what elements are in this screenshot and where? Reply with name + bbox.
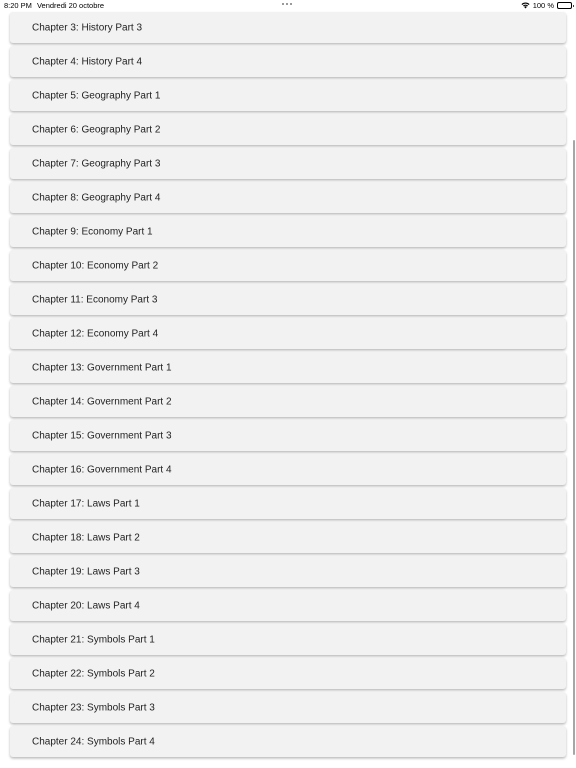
- chapter-list-item[interactable]: Chapter 15: Government Part 3: [10, 420, 566, 451]
- chapter-list-item[interactable]: Chapter 7: Geography Part 3: [10, 148, 566, 179]
- multitasking-dots-icon[interactable]: [282, 3, 292, 5]
- chapter-list-item[interactable]: Chapter 21: Symbols Part 1: [10, 624, 566, 655]
- status-bar: 8:20 PM Vendredi 20 octobre 100 %: [0, 0, 576, 11]
- chapter-title: Chapter 16: Government Part 4: [32, 464, 172, 475]
- vertical-scroll-indicator[interactable]: [572, 140, 575, 755]
- status-date: Vendredi 20 octobre: [36, 1, 105, 10]
- chapter-title: Chapter 22: Symbols Part 2: [32, 668, 155, 679]
- chapter-title: Chapter 13: Government Part 1: [32, 362, 172, 373]
- chapter-title: Chapter 12: Economy Part 4: [32, 328, 159, 339]
- chapter-list-item[interactable]: Chapter 18: Laws Part 2: [10, 522, 566, 553]
- chapter-list-item[interactable]: Chapter 14: Government Part 2: [10, 386, 566, 417]
- chapter-title: Chapter 10: Economy Part 2: [32, 260, 159, 271]
- status-right: 100 %: [521, 1, 574, 10]
- chapter-list-item[interactable]: Chapter 8: Geography Part 4: [10, 182, 566, 213]
- chapter-title: Chapter 3: History Part 3: [32, 22, 143, 33]
- chapter-title: Chapter 11: Economy Part 3: [32, 294, 158, 305]
- chapter-title: Chapter 18: Laws Part 2: [32, 532, 140, 543]
- wifi-icon: [521, 2, 530, 9]
- dot: [282, 3, 284, 5]
- chapter-list-item[interactable]: Chapter 20: Laws Part 4: [10, 590, 566, 621]
- chapter-list-item[interactable]: Chapter 22: Symbols Part 2: [10, 658, 566, 689]
- chapter-list-item[interactable]: Chapter 13: Government Part 1: [10, 352, 566, 383]
- chapter-title: Chapter 8: Geography Part 4: [32, 192, 161, 203]
- chapter-list-item[interactable]: Chapter 12: Economy Part 4: [10, 318, 566, 349]
- chapter-list-item[interactable]: Chapter 11: Economy Part 3: [10, 284, 566, 315]
- status-left: 8:20 PM Vendredi 20 octobre: [4, 1, 104, 10]
- chapter-list-item[interactable]: Chapter 10: Economy Part 2: [10, 250, 566, 281]
- chapter-title: Chapter 14: Government Part 2: [32, 396, 172, 407]
- dot: [286, 3, 288, 5]
- chapter-title: Chapter 20: Laws Part 4: [32, 600, 140, 611]
- chapter-list-item[interactable]: Chapter 4: History Part 4: [10, 46, 566, 77]
- chapter-title: Chapter 5: Geography Part 1: [32, 90, 161, 101]
- battery-icon: [557, 2, 574, 9]
- chapter-list-item[interactable]: Chapter 16: Government Part 4: [10, 454, 566, 485]
- status-time: 8:20 PM: [4, 1, 32, 10]
- chapter-title: Chapter 23: Symbols Part 3: [32, 702, 155, 713]
- chapter-list-item[interactable]: Chapter 17: Laws Part 1: [10, 488, 566, 519]
- chapter-title: Chapter 24: Symbols Part 4: [32, 736, 155, 747]
- chapter-title: Chapter 21: Symbols Part 1: [32, 634, 155, 645]
- chapter-list-item[interactable]: Chapter 5: Geography Part 1: [10, 80, 566, 111]
- chapter-title: Chapter 7: Geography Part 3: [32, 158, 161, 169]
- chapter-list-item[interactable]: Chapter 23: Symbols Part 3: [10, 692, 566, 723]
- chapter-list-item[interactable]: Chapter 24: Symbols Part 4: [10, 726, 566, 757]
- chapter-title: Chapter 17: Laws Part 1: [32, 498, 140, 509]
- chapter-title: Chapter 15: Government Part 3: [32, 430, 172, 441]
- chapter-list-item[interactable]: Chapter 9: Economy Part 1: [10, 216, 566, 247]
- chapter-list-item[interactable]: Chapter 6: Geography Part 2: [10, 114, 566, 145]
- chapter-list-item[interactable]: Chapter 3: History Part 3: [10, 12, 566, 43]
- dot: [290, 3, 292, 5]
- battery-percentage: 100 %: [532, 1, 554, 10]
- chapter-title: Chapter 19: Laws Part 3: [32, 566, 140, 577]
- chapter-title: Chapter 6: Geography Part 2: [32, 124, 161, 135]
- chapter-title: Chapter 9: Economy Part 1: [32, 226, 153, 237]
- chapter-title: Chapter 4: History Part 4: [32, 56, 143, 67]
- chapter-list-item[interactable]: Chapter 19: Laws Part 3: [10, 556, 566, 587]
